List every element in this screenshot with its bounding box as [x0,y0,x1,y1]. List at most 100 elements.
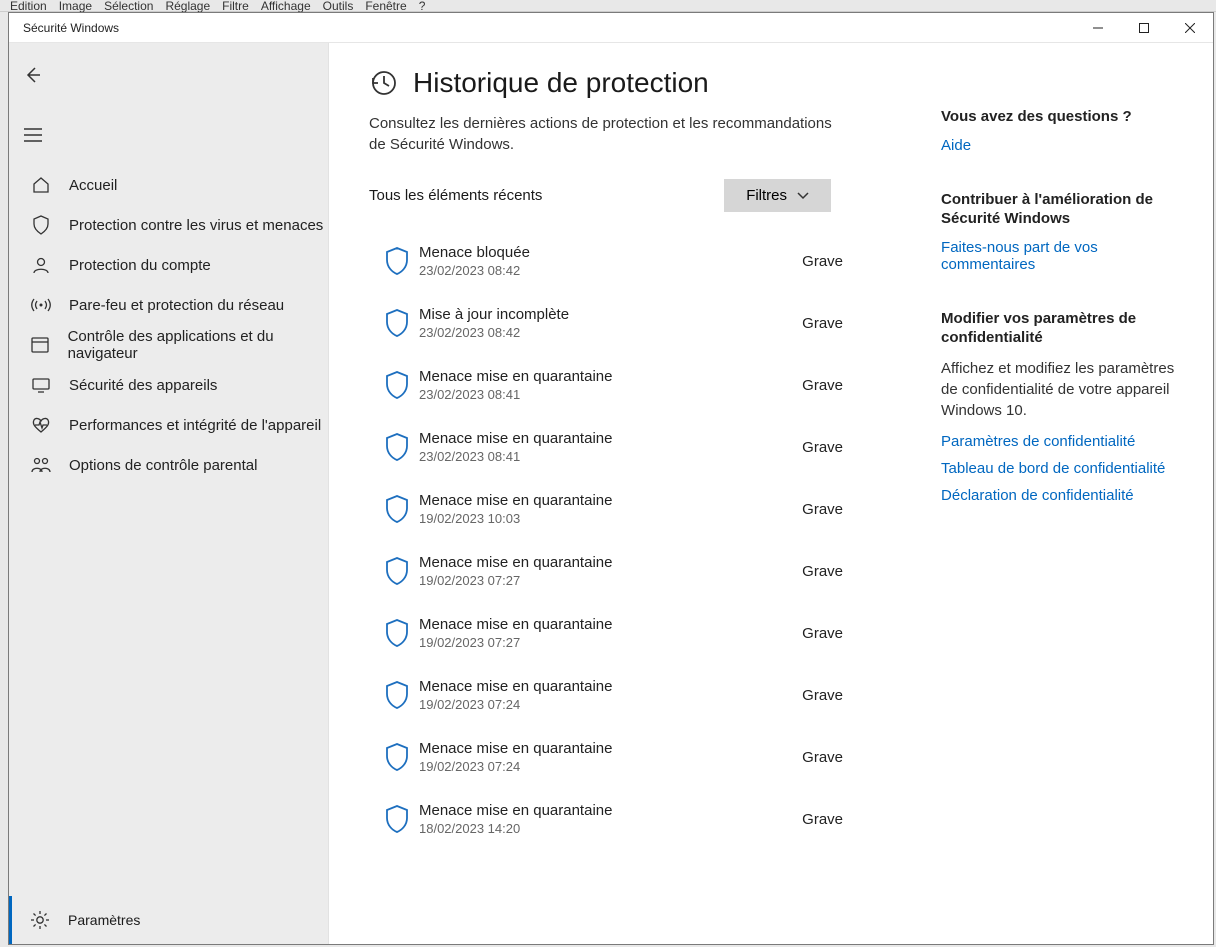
event-title: Menace mise en quarantaine [419,740,802,757]
back-button[interactable] [9,57,57,93]
event-title: Menace bloquée [419,244,802,261]
event-row[interactable]: Menace mise en quarantaine 19/02/2023 07:… [369,602,891,664]
event-timestamp: 23/02/2023 08:42 [419,325,802,340]
minimize-icon [1093,23,1103,33]
event-row[interactable]: Menace mise en quarantaine 18/02/2023 14:… [369,788,891,850]
shield-icon [31,215,51,235]
event-row[interactable]: Menace mise en quarantaine 23/02/2023 08:… [369,416,891,478]
feedback-link[interactable]: Faites-nous part de vos commentaires [941,239,1183,273]
shield-icon [375,556,419,586]
sidebar-item-label: Accueil [69,177,117,194]
sidebar-item-label: Protection contre les virus et menaces [69,217,323,234]
filters-button[interactable]: Filtres [724,179,831,212]
right-panel: Vous avez des questions ? Aide Contribue… [911,67,1213,944]
sidebar-item-device[interactable]: Sécurité des appareils [9,365,328,405]
event-timestamp: 19/02/2023 07:24 [419,697,802,712]
privacy-statement-link[interactable]: Déclaration de confidentialité [941,487,1183,504]
maximize-button[interactable] [1121,13,1167,43]
sidebar-settings-label: Paramètres [68,912,140,928]
event-title: Menace mise en quarantaine [419,492,802,509]
events-list: Menace bloquée23/02/2023 08:42GraveMise … [369,230,911,944]
sidebar: Accueil Protection contre les virus et me… [9,43,329,944]
device-icon [31,377,51,393]
menu-selection[interactable]: Sélection [104,0,153,13]
event-row[interactable]: Mise à jour incomplète23/02/2023 08:42Gr… [369,292,891,354]
hamburger-icon [24,128,42,142]
host-app-menubar: Edition Image Sélection Réglage Filtre A… [0,0,1216,12]
event-severity: Grave [802,563,883,580]
shield-icon [375,742,419,772]
main-content: Historique de protection Consultez les d… [329,43,1213,944]
sidebar-item-label: Pare-feu et protection du réseau [69,297,284,314]
menu-image[interactable]: Image [59,0,92,13]
sidebar-item-home[interactable]: Accueil [9,165,328,205]
event-severity: Grave [802,811,883,828]
event-timestamp: 19/02/2023 07:24 [419,759,802,774]
menu-filtre[interactable]: Filtre [222,0,249,13]
family-icon [31,456,51,474]
app-window: Sécurité Windows [8,12,1214,945]
event-title: Menace mise en quarantaine [419,678,802,695]
privacy-dashboard-link[interactable]: Tableau de bord de confidentialité [941,460,1183,477]
event-row[interactable]: Menace mise en quarantaine23/02/2023 08:… [369,354,891,416]
event-title: Mise à jour incomplète [419,306,802,323]
person-icon [31,256,51,274]
event-timestamp: 23/02/2023 08:41 [419,387,802,402]
antenna-icon [31,296,51,314]
event-row[interactable]: Menace mise en quarantaine 19/02/2023 07:… [369,726,891,788]
event-timestamp: 19/02/2023 07:27 [419,635,802,650]
event-severity: Grave [802,253,883,270]
event-timestamp: 18/02/2023 14:20 [419,821,802,836]
sidebar-item-shield[interactable]: Protection contre les virus et menaces [9,205,328,245]
sidebar-item-label: Options de contrôle parental [69,457,257,474]
privacy-settings-link[interactable]: Paramètres de confidentialité [941,433,1183,450]
event-title: Menace mise en quarantaine [419,554,802,571]
app-icon [31,337,50,353]
help-link[interactable]: Aide [941,137,1183,154]
sidebar-item-heart[interactable]: Performances et intégrité de l'appareil [9,405,328,445]
shield-icon [375,494,419,524]
contribute-heading: Contribuer à l'amélioration de Sécurité … [941,190,1183,229]
menu-edition[interactable]: Edition [10,0,47,13]
event-title: Menace mise en quarantaine [419,616,802,633]
event-severity: Grave [802,687,883,704]
event-row[interactable]: Menace mise en quarantaine 19/02/2023 10:… [369,478,891,540]
event-title: Menace mise en quarantaine [419,430,802,447]
close-button[interactable] [1167,13,1213,43]
back-arrow-icon [24,66,42,84]
menu-outils[interactable]: Outils [323,0,354,13]
menu-reglage[interactable]: Réglage [165,0,210,13]
event-row[interactable]: Menace mise en quarantaine19/02/2023 07:… [369,540,891,602]
questions-heading: Vous avez des questions ? [941,107,1183,127]
titlebar: Sécurité Windows [9,13,1213,43]
event-row[interactable]: Menace mise en quarantaine 19/02/2023 07:… [369,664,891,726]
shield-icon [375,308,419,338]
event-title: Menace mise en quarantaine [419,802,802,819]
event-timestamp: 23/02/2023 08:41 [419,449,802,464]
menu-help[interactable]: ? [419,0,426,13]
sidebar-item-label: Contrôle des applications et du navigate… [68,328,328,362]
menu-fenetre[interactable]: Fenêtre [365,0,406,13]
event-timestamp: 19/02/2023 10:03 [419,511,802,526]
filters-button-label: Filtres [746,187,787,204]
page-subtitle: Consultez les dernières actions de prote… [369,113,849,155]
event-severity: Grave [802,377,883,394]
window-title: Sécurité Windows [23,21,1075,35]
sidebar-item-antenna[interactable]: Pare-feu et protection du réseau [9,285,328,325]
history-icon [369,69,397,97]
nav-menu-button[interactable] [9,117,57,153]
sidebar-item-label: Sécurité des appareils [69,377,217,394]
sidebar-item-person[interactable]: Protection du compte [9,245,328,285]
sidebar-item-app[interactable]: Contrôle des applications et du navigate… [9,325,328,365]
page-title: Historique de protection [413,67,709,99]
sidebar-item-label: Protection du compte [69,257,211,274]
event-severity: Grave [802,625,883,642]
sidebar-item-settings[interactable]: Paramètres [9,896,328,944]
event-row[interactable]: Menace bloquée23/02/2023 08:42Grave [369,230,891,292]
minimize-button[interactable] [1075,13,1121,43]
menu-affichage[interactable]: Affichage [261,0,311,13]
sidebar-item-family[interactable]: Options de contrôle parental [9,445,328,485]
sidebar-item-label: Performances et intégrité de l'appareil [69,417,321,434]
heart-icon [31,416,51,434]
home-icon [31,176,51,194]
